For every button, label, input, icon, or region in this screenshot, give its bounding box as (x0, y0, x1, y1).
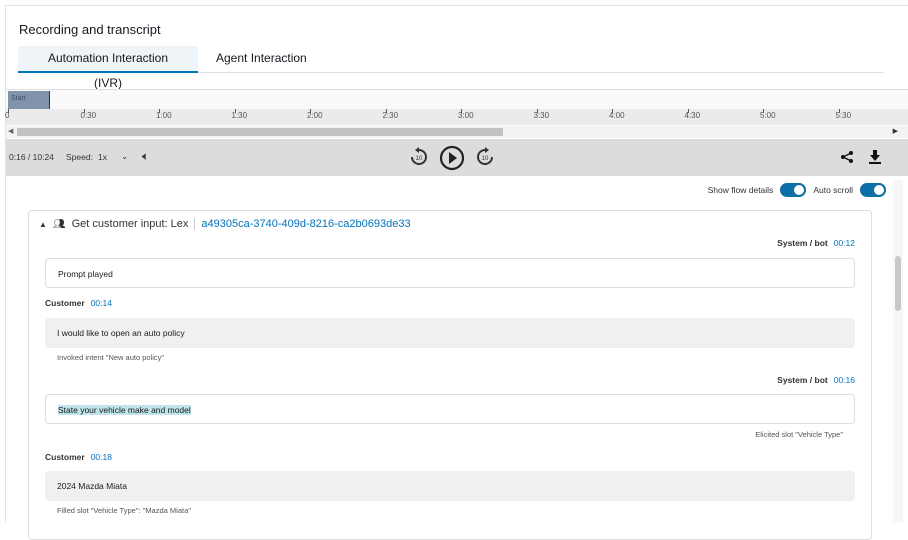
toggle-bar: Show flow details Auto scroll (708, 183, 886, 197)
auto-scroll-toggle[interactable] (860, 183, 886, 197)
scroll-left-icon[interactable]: ◀ (8, 127, 13, 135)
timeline-tick-label: 4:00 (609, 109, 625, 120)
auto-scroll-label: Auto scroll (813, 185, 853, 195)
intent-note: Invoked intent "New auto policy" (57, 353, 165, 362)
timestamp-link[interactable]: 00:14 (91, 298, 112, 308)
page-scrollbar-thumb[interactable] (895, 256, 901, 311)
timeline-tick-label: 5:30 (835, 109, 852, 120)
show-flow-details-toggle[interactable] (780, 183, 807, 197)
tab-bar: Automation Interaction (IVR) Agent Inter… (18, 46, 884, 90)
timeline-scrollbar[interactable]: ◀ ▶ (6, 126, 908, 138)
timeline-tick-label: 1:30 (231, 109, 248, 120)
transcript-message: 2024 Mazda Miata (45, 471, 855, 501)
timeline-tick-label: 3:00 (458, 109, 474, 120)
flow-block-title: Get customer input: Lex (71, 218, 189, 230)
timeline-track[interactable]: Start (6, 89, 908, 109)
flow-block-card: ▲ 👥︎ Get customer input: Lex a49305ca-37… (28, 210, 872, 540)
scroll-right-icon[interactable]: ▶ (893, 127, 898, 135)
timeline-tick-label: 1:00 (156, 109, 172, 120)
svg-text:10: 10 (482, 156, 489, 162)
timeline-tick-label: 3:30 (533, 109, 550, 120)
timeline-ticks: 0 0:30 1:00 1:30 2:00 2:30 3:00 3:30 4:00 4:30 5:0… (5, 109, 908, 125)
slot-note: Elicited slot "Vehicle Type" (755, 430, 843, 439)
volume-icon[interactable]: 🔈︎ (142, 149, 149, 164)
timestamp-link[interactable]: 00:12 (834, 238, 855, 248)
speaker-label: Customer 00:14 (45, 298, 112, 308)
slot-note: Filled slot "Vehicle Type": "Mazda Miata… (57, 506, 191, 515)
player-controls: 0:16 / 10:24 Speed: 1x ⌄ 🔈︎ 10 10 (6, 139, 908, 176)
playback-time: 0:16 / 10:24 (9, 152, 54, 162)
speaker-label: Customer 00:18 (45, 452, 112, 462)
forward-10-icon[interactable]: 10 (474, 146, 496, 168)
download-icon[interactable] (868, 149, 882, 165)
speaker-label: System / bot 00:12 (777, 238, 855, 248)
timeline-tick-label: 5:00 (760, 109, 776, 120)
svg-text:10: 10 (416, 156, 423, 162)
timeline[interactable]: Start 0 0:30 1:00 1:30 2:00 2:30 3:00 3:30 4:00 4… (5, 89, 908, 139)
timeline-start-segment[interactable]: Start (8, 91, 50, 109)
timeline-tick-label: 0 (5, 109, 10, 120)
flow-block-header[interactable]: ▲ 👥︎ Get customer input: Lex a49305ca-37… (39, 218, 411, 230)
section-title: Recording and transcript (19, 22, 161, 37)
transcript-message: State your vehicle make and model (45, 394, 855, 424)
collapse-caret-icon[interactable]: ▲ (39, 220, 47, 229)
timestamp-link[interactable]: 00:16 (834, 375, 855, 385)
timeline-tick-label: 4:30 (684, 109, 701, 120)
timeline-tick-label: 2:30 (382, 109, 399, 120)
rewind-10-icon[interactable]: 10 (408, 146, 430, 168)
lex-users-icon: 👥︎ (52, 218, 66, 230)
transcript-message: I would like to open an auto policy (45, 318, 855, 348)
chevron-down-icon[interactable]: ⌄ (121, 151, 128, 162)
speaker-label: System / bot 00:16 (777, 375, 855, 385)
speed-label: Speed: (66, 152, 93, 162)
share-icon[interactable] (840, 150, 854, 164)
timeline-tick-label: 0:30 (80, 109, 97, 120)
timeline-tick-label: 2:00 (307, 109, 323, 120)
page-scrollbar[interactable] (893, 180, 903, 522)
tab-agent-interaction[interactable]: Agent Interaction (198, 46, 325, 73)
show-flow-details-label: Show flow details (707, 185, 774, 195)
transcript-message: Prompt played (45, 258, 855, 288)
play-button[interactable] (438, 144, 466, 172)
timestamp-link[interactable]: 00:18 (91, 452, 112, 462)
scrollbar-thumb[interactable] (17, 128, 503, 136)
speed-select[interactable]: 1x (98, 152, 107, 162)
flow-block-id-link[interactable]: a49305ca-3740-409d-8216-ca2b0693de33 (194, 218, 411, 230)
tab-automation-interaction[interactable]: Automation Interaction (IVR) (18, 46, 198, 90)
